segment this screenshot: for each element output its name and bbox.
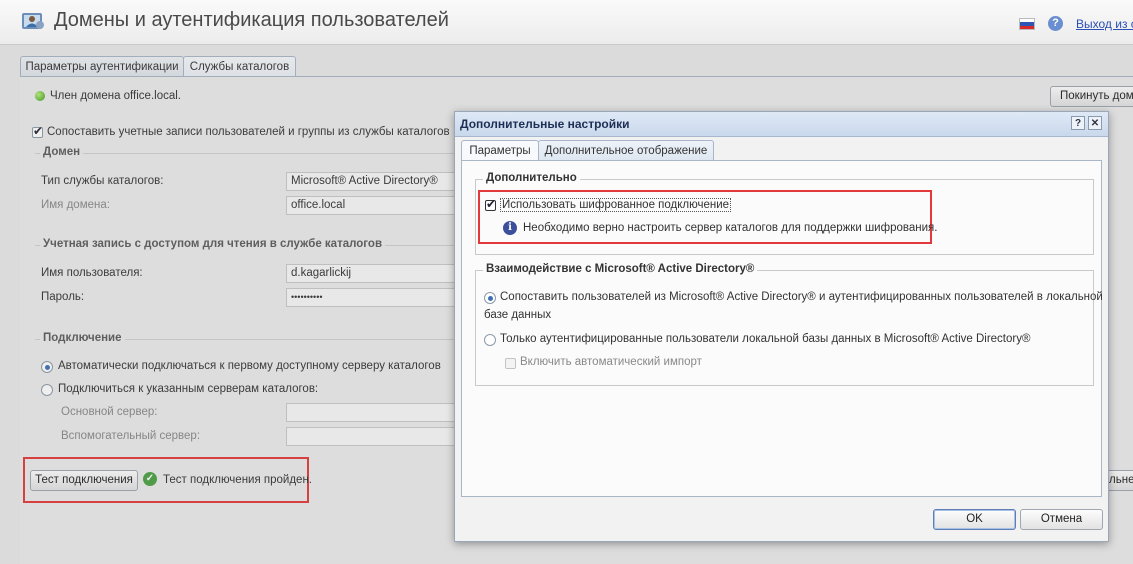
logout-link[interactable]: Выход из си [1076,17,1133,31]
auto-import-checkbox[interactable] [505,358,516,369]
dialog-title: Дополнительные настройки [460,117,630,131]
page-title: Домены и аутентификация пользователей [54,9,449,31]
ok-button[interactable]: OK [933,509,1016,530]
advanced-settings-dialog: Дополнительные настройки ? ✕ Параметры Д… [454,111,1109,542]
local-only-label: Только аутентифицированные пользователи … [500,333,1031,345]
help-icon[interactable]: ? [1048,16,1063,31]
additional-group-title: Дополнительно [483,172,580,184]
encrypted-connection-label: Использовать шифрованное подключение [500,198,732,212]
dialog-help-icon[interactable]: ? [1071,116,1085,130]
map-users-label-line2: базе данных [484,309,552,321]
dialog-tab-additional-display[interactable]: Дополнительное отображение [538,140,714,161]
language-flag-icon[interactable] [1019,18,1035,30]
cancel-button[interactable]: Отмена [1020,509,1103,530]
local-only-radio[interactable] [484,334,496,346]
encrypted-connection-checkbox[interactable] [485,197,496,211]
auto-import-label: Включить автоматический импорт [520,356,702,368]
dialog-tab-body: Дополнительно Использовать шифрованное п… [461,160,1103,497]
interaction-group [475,270,1094,386]
dialog-close-icon[interactable]: ✕ [1088,116,1102,130]
dialog-tab-parameters[interactable]: Параметры [461,140,539,162]
users-domain-icon [20,9,46,35]
encryption-info-text: Необходимо верно настроить сервер катало… [523,222,938,234]
interaction-group-title: Взаимодействие с Microsoft® Active Direc… [483,263,758,275]
map-users-label-line1: Сопоставить пользователей из Microsoft® … [500,291,1103,303]
map-users-radio[interactable] [484,292,496,304]
info-icon: i [503,221,517,235]
